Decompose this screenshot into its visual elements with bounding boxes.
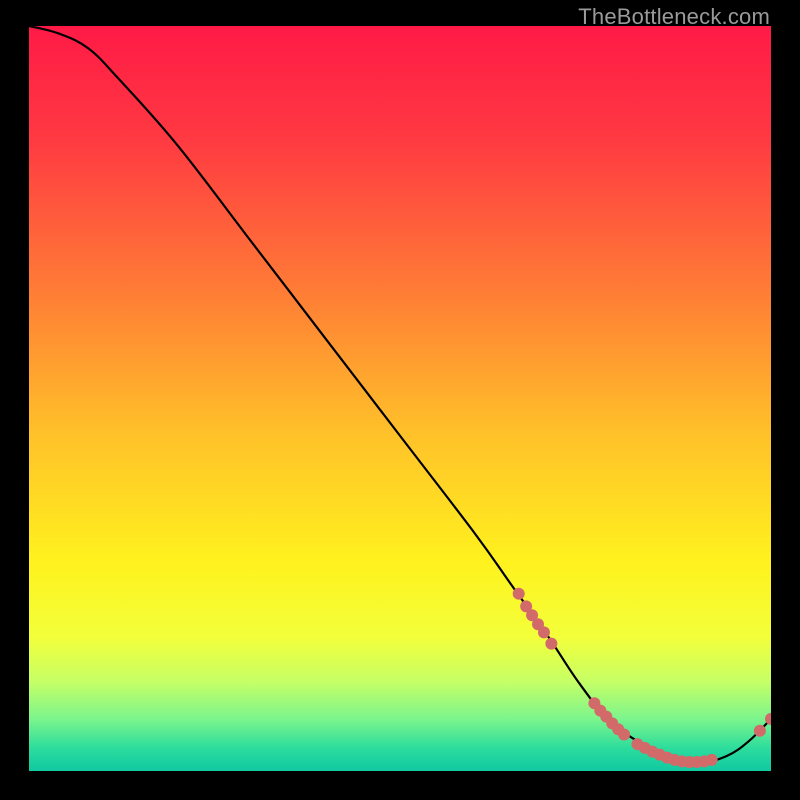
data-marker	[754, 725, 766, 737]
data-marker	[538, 626, 550, 638]
data-marker	[618, 729, 630, 741]
gradient-background	[29, 26, 771, 771]
chart-svg	[29, 26, 771, 771]
data-marker	[513, 588, 525, 600]
data-marker	[706, 754, 718, 766]
data-marker	[545, 638, 557, 650]
plot-area	[29, 26, 771, 771]
outer-frame: TheBottleneck.com	[0, 0, 800, 800]
